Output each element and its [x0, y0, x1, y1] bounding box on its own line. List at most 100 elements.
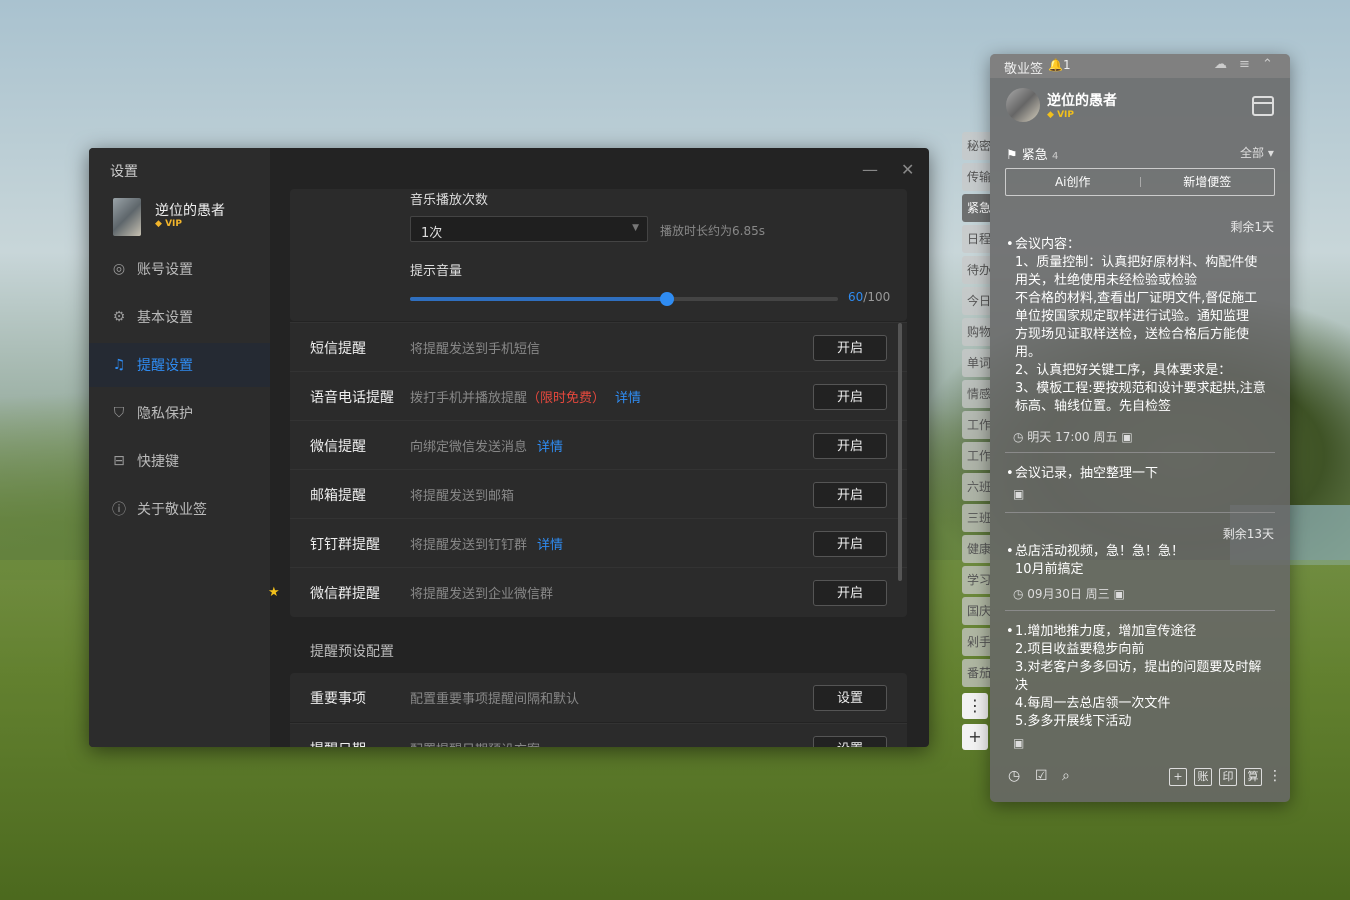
category-tab[interactable]: 六班 — [962, 473, 990, 501]
note-line: 不合格的材料,查看出厂证明文件,督促施工 — [1015, 291, 1258, 306]
bell-icon: 🔔 — [1048, 58, 1063, 72]
scrollbar[interactable] — [898, 323, 902, 581]
volume-slider[interactable] — [410, 292, 838, 306]
note-item[interactable]: • 总店活动视频，急！急！急！ 10月前搞定 — [1006, 543, 1278, 579]
category-tab[interactable]: 国庆 — [962, 597, 990, 625]
sidebar-item-privacy[interactable]: ⛉ 隐私保护 — [89, 391, 270, 435]
note-line: 用。 — [1015, 345, 1042, 360]
details-link[interactable]: 详情 — [537, 538, 563, 553]
print-button[interactable]: 印 — [1219, 768, 1237, 786]
note-meta: ◷ 09月30日 周三 ▣ — [1013, 585, 1125, 602]
divider — [1005, 610, 1275, 611]
configure-important-button[interactable]: 设置 — [813, 684, 887, 711]
clock-icon[interactable]: ◷ — [1008, 768, 1020, 784]
note-line: 2.项目收益要稳步向前 — [1015, 642, 1145, 657]
avatar[interactable] — [1006, 88, 1040, 122]
more-icon[interactable]: ⋮ — [1268, 768, 1282, 784]
note-line: 10月前搞定 — [1015, 562, 1084, 577]
keyboard-icon: ⊟ — [113, 453, 125, 469]
star-icon[interactable]: ★ — [268, 585, 280, 600]
close-button[interactable]: ✕ — [901, 160, 914, 179]
note-line: 3、模板工程:要按规范和设计要求起拱,注意 — [1015, 381, 1266, 396]
category-tab[interactable]: 三班 — [962, 504, 990, 532]
category-tab[interactable]: 购物 — [962, 318, 990, 346]
row-desc-group: 拨打手机并播放提醒（限时免费） 详情 — [410, 387, 641, 406]
configure-date-button[interactable]: 设置 — [813, 735, 887, 747]
category-tab[interactable]: 日程 — [962, 225, 990, 253]
app-name: 敬业签 — [1004, 62, 1044, 77]
category-tab[interactable]: 工作 — [962, 442, 990, 470]
sidebar-item-about[interactable]: ⓘ 关于敬业签 — [89, 487, 270, 531]
enable-wecom-button[interactable]: 开启 — [813, 579, 887, 606]
menu-icon[interactable]: ≡ — [1239, 57, 1250, 72]
search-icon[interactable]: ⌕ — [1062, 768, 1070, 784]
bullet: • — [1006, 466, 1014, 481]
volume-max: /100 — [863, 290, 891, 304]
free-badge: （限时免费） — [527, 391, 606, 406]
category-count: 4 — [1051, 151, 1059, 162]
add-category-button[interactable]: + — [962, 724, 988, 750]
category-tab[interactable]: 紧急 — [962, 194, 990, 222]
row-label: 重要事项 — [310, 690, 366, 707]
category-tab[interactable]: 工作 — [962, 411, 990, 439]
sidebar-item-basic[interactable]: ⚙ 基本设置 — [89, 295, 270, 339]
info-icon: ⓘ — [112, 502, 126, 518]
divider — [1005, 512, 1275, 513]
category-tab[interactable]: 传输 — [962, 163, 990, 191]
enable-email-button[interactable]: 开启 — [813, 481, 887, 508]
sidebar-item-reminder[interactable]: ♫ 提醒设置 — [89, 343, 270, 387]
enable-voice-button[interactable]: 开启 — [813, 383, 887, 410]
note-item[interactable]: • 会议记录，抽空整理一下 — [1006, 465, 1278, 483]
account-button[interactable]: 账 — [1194, 768, 1212, 786]
reminder-row-voice: 语音电话提醒 拨打手机并播放提醒（限时免费） 详情 开启 — [290, 371, 907, 421]
calculate-button[interactable]: 算 — [1244, 768, 1262, 786]
volume-slider-handle[interactable] — [659, 292, 674, 306]
ai-create-button[interactable]: Ai创作 — [1006, 169, 1140, 195]
new-note-button[interactable]: 新增便签 — [1141, 169, 1275, 195]
filter-dropdown[interactable]: 全部 ▾ — [1240, 144, 1274, 161]
category-tab[interactable]: 剁手 — [962, 628, 990, 656]
clock-icon: ◷ — [1013, 430, 1028, 444]
note-line: 方现场见证取样送检，送检合格后方能使 — [1015, 327, 1250, 342]
remaining-time: 剩余1天 — [1230, 220, 1274, 234]
category-tab[interactable]: 情感 — [962, 380, 990, 408]
row-label: 提醒日期 — [310, 739, 366, 748]
more-tabs-button[interactable]: ⋮ — [962, 693, 988, 719]
category-tab[interactable]: 番茄 — [962, 659, 990, 687]
music-count-select[interactable]: 1次 ▼ — [410, 216, 648, 242]
window-title: 设置 — [110, 164, 138, 180]
notification-bell[interactable]: 🔔1 — [1048, 58, 1071, 72]
select-value: 1次 — [421, 226, 443, 241]
category-tab[interactable]: 待办 — [962, 256, 990, 284]
category-tab[interactable]: 单词 — [962, 349, 990, 377]
note-item[interactable]: • 会议内容： 1、质量控制：认真把好原材料、构配件使 用关，杜绝使用未经检验或检验… — [1006, 236, 1278, 414]
category-tab[interactable]: 秘密 — [962, 132, 990, 160]
enable-sms-button[interactable]: 开启 — [813, 334, 887, 361]
sidebar-item-account[interactable]: ◎ 账号设置 — [89, 247, 270, 291]
note-item[interactable]: • 1.增加地推力度，增加宣传途径 2.项目收益要稳步向前 3.对老客户多多回访，提… — [1006, 623, 1278, 731]
collapse-icon[interactable]: ⌃ — [1262, 57, 1273, 72]
note-text: 会议内容： 1、质量控制：认真把好原材料、构配件使 用关，杜绝使用未经检验或检验 不合… — [1015, 236, 1278, 414]
cloud-sync-icon[interactable]: ☁ — [1214, 57, 1227, 72]
row-desc-group: 将提醒发送到钉钉群 详情 — [410, 534, 563, 553]
calendar-icon[interactable] — [1252, 96, 1274, 116]
note-line: 总店活动视频，急！急！急！ — [1015, 544, 1185, 559]
row-desc: 将提醒发送到手机短信 — [410, 342, 541, 357]
category-tab[interactable]: 健康 — [962, 535, 990, 563]
details-link[interactable]: 详情 — [615, 391, 641, 406]
category-tab[interactable]: 学习 — [962, 566, 990, 594]
minimize-button[interactable]: — — [862, 160, 878, 179]
add-note-button[interactable]: + — [1169, 768, 1187, 786]
reminder-row-wechat: 微信提醒 向绑定微信发送消息 详情 开启 — [290, 420, 907, 470]
category-tab[interactable]: 今日 — [962, 287, 990, 315]
enable-wechat-button[interactable]: 开启 — [813, 432, 887, 459]
checklist-icon[interactable]: ☑ — [1035, 768, 1048, 784]
row-label: 邮箱提醒 — [310, 487, 366, 504]
sticky-note-panel: 敬业签 🔔1 ☁ ≡ ⌃ 逆位的愚者 ◆ VIP ⚑ 紧急 4 全部 ▾ Ai创… — [990, 54, 1290, 802]
note-meta: ◷ 明天 17:00 周五 ▣ — [1013, 428, 1133, 445]
sidebar-item-shortcut[interactable]: ⊟ 快捷键 — [89, 439, 270, 483]
details-link[interactable]: 详情 — [537, 440, 563, 455]
avatar[interactable] — [113, 198, 141, 236]
note-line: 决 — [1015, 678, 1029, 693]
enable-dingtalk-button[interactable]: 开启 — [813, 530, 887, 557]
